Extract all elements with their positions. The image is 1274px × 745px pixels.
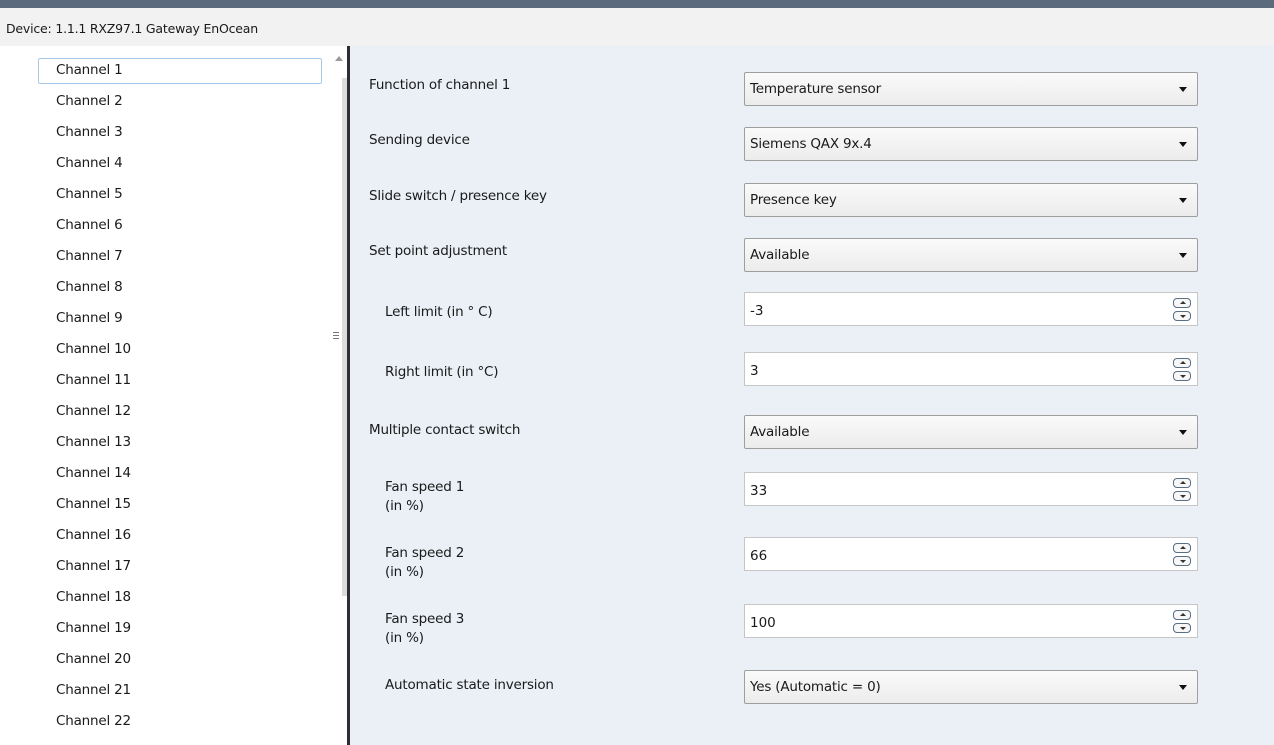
slide-switch-select-value: Presence key [750,192,837,208]
decrement-icon[interactable] [1173,311,1191,321]
slide-switch-label: Slide switch / presence key [369,188,547,204]
channel-list-item[interactable]: Channel 14 [56,465,131,481]
dropdown-arrow-icon [1179,142,1187,147]
fan-speed-3-label-line1: Fan speed 3 [385,611,465,627]
increment-icon[interactable] [1173,610,1191,620]
fan-speed-2-label: Fan speed 2 (in %) [385,544,464,582]
fan-speed-3-stepper[interactable]: 100 [744,604,1198,638]
set-point-label: Set point adjustment [369,243,507,259]
window-top-border [0,0,1274,8]
channel-list-item[interactable]: Channel 16 [56,527,131,543]
channel-list-item[interactable]: Channel 21 [56,682,131,698]
increment-icon[interactable] [1173,478,1191,488]
channel-list-item[interactable]: Channel 13 [56,434,131,450]
increment-icon[interactable] [1173,358,1191,368]
set-point-select[interactable]: Available [744,238,1198,272]
function-select[interactable]: Temperature sensor [744,72,1198,106]
channel-list-item[interactable]: Channel 4 [56,155,123,171]
channel-list: Channel 1 Channel 2 Channel 3 Channel 4 Chan… [0,46,330,745]
channel-list-item[interactable]: Channel 12 [56,403,131,419]
sending-device-select[interactable]: Siemens QAX 9x.4 [744,127,1198,161]
channel-list-item[interactable]: Channel 8 [56,279,123,295]
channel-list-item[interactable]: Channel 7 [56,248,123,264]
fan-speed-1-label: Fan speed 1 (in %) [385,478,464,516]
fan-speed-2-value: 66 [750,548,768,564]
fan-speed-1-label-unit: (in %) [385,498,424,514]
auto-inversion-select-value: Yes (Automatic = 0) [750,679,881,695]
increment-icon[interactable] [1173,543,1191,553]
channel-list-scrollbar[interactable] [330,46,348,745]
sending-device-label: Sending device [369,132,470,148]
dropdown-arrow-icon [1179,685,1187,690]
fan-speed-1-value: 33 [750,483,768,499]
grip-icon [333,332,339,341]
channel-list-item[interactable]: Channel 11 [56,372,131,388]
auto-inversion-select[interactable]: Yes (Automatic = 0) [744,670,1198,704]
channel-list-item[interactable]: Channel 3 [56,124,123,140]
function-select-value: Temperature sensor [750,81,881,97]
fan-speed-3-value: 100 [750,615,776,631]
channel-list-item[interactable]: Channel 19 [56,620,131,636]
channel-list-item[interactable]: Channel 9 [56,310,123,326]
multi-contact-select-value: Available [750,424,810,440]
decrement-icon[interactable] [1173,371,1191,381]
fan-speed-1-label-line1: Fan speed 1 [385,479,465,495]
fan-speed-3-label: Fan speed 3 (in %) [385,610,464,648]
left-limit-stepper[interactable]: -3 [744,292,1198,326]
fan-speed-3-label-unit: (in %) [385,630,424,646]
fan-speed-2-stepper[interactable]: 66 [744,537,1198,571]
channel-list-item[interactable]: Channel 10 [56,341,131,357]
set-point-select-value: Available [750,247,810,263]
right-limit-value: 3 [750,363,759,379]
channel-list-item[interactable]: Channel 2 [56,93,123,109]
channel-list-item[interactable]: Channel 20 [56,651,131,667]
channel-list-item[interactable]: Channel 1 [56,62,123,78]
increment-icon[interactable] [1173,298,1191,308]
dropdown-arrow-icon [1179,253,1187,258]
auto-inversion-label: Automatic state inversion [385,677,554,693]
right-limit-stepper[interactable]: 3 [744,352,1198,386]
fan-speed-2-label-line1: Fan speed 2 [385,545,465,561]
channel-list-item[interactable]: Channel 18 [56,589,131,605]
sending-device-select-value: Siemens QAX 9x.4 [750,136,872,152]
scroll-up-arrow-icon[interactable] [335,56,343,61]
left-limit-label: Left limit (in ° C) [385,304,493,320]
device-header: Device: 1.1.1 RXZ97.1 Gateway EnOcean [0,8,1274,46]
channel-list-item[interactable]: Channel 17 [56,558,131,574]
channel-list-item[interactable]: Channel 22 [56,713,131,729]
decrement-icon[interactable] [1173,623,1191,633]
channel-list-item[interactable]: Channel 5 [56,186,123,202]
dropdown-arrow-icon [1179,198,1187,203]
decrement-icon[interactable] [1173,556,1191,566]
multi-contact-label: Multiple contact switch [369,422,521,438]
device-title: Device: 1.1.1 RXZ97.1 Gateway EnOcean [6,21,258,36]
left-limit-value: -3 [750,303,764,319]
multi-contact-select[interactable]: Available [744,415,1198,449]
fan-speed-1-stepper[interactable]: 33 [744,472,1198,506]
right-limit-label: Right limit (in °C) [385,364,499,380]
dropdown-arrow-icon [1179,430,1187,435]
slide-switch-select[interactable]: Presence key [744,183,1198,217]
function-label: Function of channel 1 [369,77,511,93]
decrement-icon[interactable] [1173,491,1191,501]
dropdown-arrow-icon [1179,87,1187,92]
channel-list-item[interactable]: Channel 6 [56,217,123,233]
channel-list-item[interactable]: Channel 15 [56,496,131,512]
fan-speed-2-label-unit: (in %) [385,564,424,580]
